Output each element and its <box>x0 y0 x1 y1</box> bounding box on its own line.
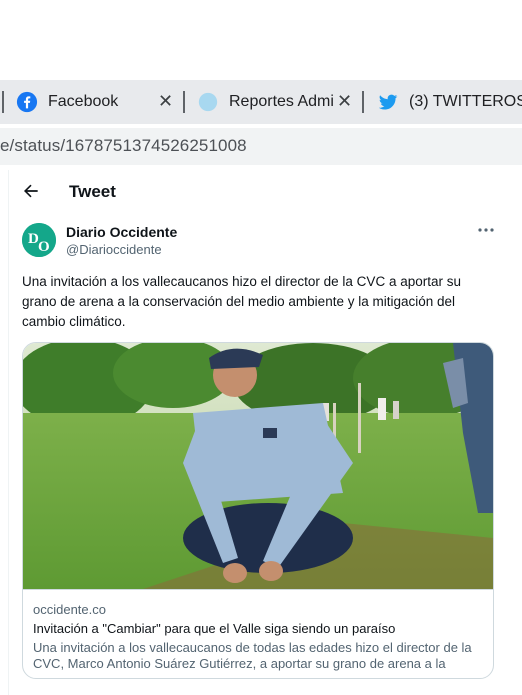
tab-twitteros[interactable]: (3) TWITTEROS <box>377 80 522 124</box>
close-tab-icon[interactable]: ✕ <box>337 91 352 112</box>
facebook-icon <box>16 91 38 113</box>
globe-icon <box>198 92 218 112</box>
card-title: Invitación a "Cambiar" para que el Valle… <box>33 621 396 636</box>
tweet-text: Una invitación a los vallecaucanos hizo … <box>22 274 461 329</box>
tab-strip: Facebook ✕ Reportes Admin ✕ (3) TWITTERO… <box>0 80 522 124</box>
link-card[interactable]: occidente.co Invitación a "Cambiar" para… <box>22 342 494 679</box>
tab-separator <box>362 91 364 113</box>
tab-label: Reportes Admin <box>229 93 335 110</box>
twitter-icon <box>378 94 398 110</box>
diario-occidente-logo-icon: D O <box>22 223 56 257</box>
tab-separator <box>183 91 185 113</box>
tweet-detail: Tweet D O Diario Occidente @Diariocciden… <box>8 170 522 695</box>
tab-label: (3) TWITTEROS <box>409 93 522 110</box>
close-tab-icon[interactable]: ✕ <box>158 91 173 112</box>
author-name[interactable]: Diario Occidente <box>66 224 177 240</box>
url-text[interactable]: e/status/1678751374526251008 <box>0 136 247 156</box>
tab-separator <box>2 91 4 113</box>
tweet-header: Tweet <box>9 170 522 214</box>
back-arrow-icon[interactable] <box>21 181 41 201</box>
author-handle[interactable]: @Diarioccidente <box>66 242 162 257</box>
tab-facebook[interactable]: Facebook ✕ <box>16 80 184 124</box>
more-options-icon[interactable] <box>477 225 495 235</box>
card-photo[interactable] <box>23 343 493 589</box>
card-description: Una invitación a los vallecaucanos de to… <box>33 640 472 671</box>
card-domain: occidente.co <box>33 602 106 617</box>
tab-reportes[interactable]: Reportes Admin ✕ <box>197 80 361 124</box>
page-title: Tweet <box>69 182 116 201</box>
svg-text:O: O <box>38 239 50 255</box>
address-bar[interactable]: e/status/1678751374526251008 <box>0 128 522 165</box>
card-meta[interactable]: occidente.co Invitación a "Cambiar" para… <box>23 589 493 678</box>
tab-label: Facebook <box>48 93 119 110</box>
avatar[interactable]: D O <box>22 223 56 257</box>
